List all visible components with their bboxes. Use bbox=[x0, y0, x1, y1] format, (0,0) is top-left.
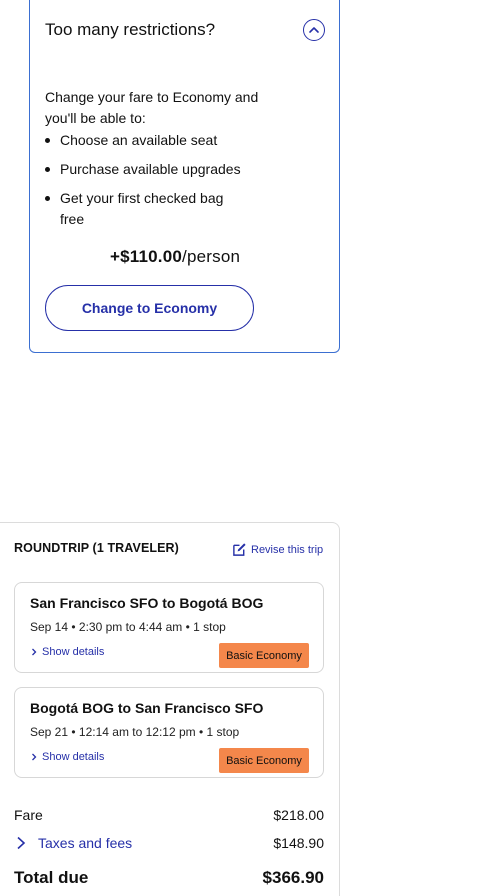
show-details-label: Show details bbox=[42, 751, 105, 763]
chevron-right-icon bbox=[17, 836, 26, 850]
change-to-economy-button[interactable]: Change to Economy bbox=[45, 285, 254, 331]
upsell-card: Too many restrictions? Change your fare … bbox=[29, 0, 340, 353]
revise-trip-link[interactable]: Revise this trip bbox=[232, 542, 323, 557]
fare-class-badge: Basic Economy bbox=[219, 748, 309, 773]
trip-summary-heading: ROUNDTRIP (1 TRAVELER) bbox=[14, 541, 179, 555]
benefit-item: Purchase available upgrades bbox=[45, 159, 275, 180]
flight-card-return: Bogotá BOG to San Francisco SFO Sep 21 •… bbox=[14, 687, 324, 778]
taxes-row: Taxes and fees $148.90 bbox=[14, 835, 324, 851]
upsell-title: Too many restrictions? bbox=[45, 20, 216, 39]
upsell-lead-text: Change your fare to Economy and you'll b… bbox=[45, 89, 259, 126]
flight-times: Sep 14 • 2:30 pm to 4:44 am • 1 stop bbox=[30, 620, 226, 634]
flight-times: Sep 21 • 12:14 am to 12:12 pm • 1 stop bbox=[30, 725, 240, 739]
benefit-item: Choose an available seat bbox=[45, 130, 275, 151]
upgrade-price: +$110.00/person bbox=[110, 247, 240, 267]
edit-icon bbox=[233, 543, 246, 556]
total-label: Total due bbox=[14, 868, 89, 887]
benefits-list: Choose an available seat Purchase availa… bbox=[45, 130, 275, 238]
show-details-label: Show details bbox=[42, 646, 105, 658]
revise-trip-label: Revise this trip bbox=[251, 543, 324, 556]
price-unit: /person bbox=[182, 247, 241, 266]
total-amount: $366.90 bbox=[262, 868, 324, 887]
taxes-toggle[interactable]: Taxes and fees bbox=[14, 835, 132, 851]
chevron-right-icon bbox=[32, 648, 37, 656]
price-amount: +$110.00 bbox=[110, 247, 183, 266]
chevron-right-icon bbox=[32, 753, 37, 761]
fare-class-badge: Basic Economy bbox=[219, 643, 309, 668]
collapse-button[interactable] bbox=[303, 19, 325, 41]
show-details-link[interactable]: Show details bbox=[30, 646, 104, 658]
benefit-item: Get your first checked bag free bbox=[45, 188, 245, 230]
taxes-label: Taxes and fees bbox=[38, 835, 133, 851]
fare-amount: $218.00 bbox=[273, 807, 324, 823]
show-details-link[interactable]: Show details bbox=[30, 751, 104, 763]
fare-label: Fare bbox=[14, 807, 43, 823]
chevron-up-icon bbox=[309, 27, 319, 33]
flight-card-outbound: San Francisco SFO to Bogotá BOG Sep 14 •… bbox=[14, 582, 324, 673]
flight-route: San Francisco SFO to Bogotá BOG bbox=[30, 595, 264, 611]
fare-row: Fare $218.00 bbox=[14, 807, 324, 823]
trip-summary: ROUNDTRIP (1 TRAVELER) Revise this trip … bbox=[0, 522, 340, 896]
flight-route: Bogotá BOG to San Francisco SFO bbox=[30, 700, 264, 716]
taxes-amount: $148.90 bbox=[273, 835, 324, 851]
total-row: Total due $366.90 bbox=[14, 868, 324, 888]
